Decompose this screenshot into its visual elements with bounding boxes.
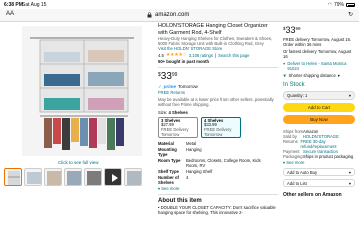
- divider: [158, 67, 278, 68]
- rating-row: 4.5 ★★★★☆ 3,106 ratings | Search this pa…: [158, 52, 250, 58]
- add-to-auto-buy-button[interactable]: Add to Auto Buy ▾: [283, 168, 355, 176]
- quantity-select[interactable]: Quantity: 1 ▾: [283, 91, 355, 100]
- spec-row: Mounting Type Hanging: [158, 146, 202, 157]
- spec-row: Number of Shelves 4: [158, 174, 189, 185]
- size-label: Size: 4 Shelves: [158, 109, 188, 115]
- status-time: 6:38 PM: [4, 2, 23, 8]
- location-pin-icon: ⌖: [283, 61, 286, 66]
- ratings-count-link[interactable]: 3,106 ratings: [189, 53, 213, 58]
- spec-row: Material Metal: [158, 140, 197, 146]
- text-size-button[interactable]: AA: [6, 11, 14, 17]
- reload-icon[interactable]: ↻: [348, 11, 353, 18]
- browser-address-bar: AA amazon.com ↻: [0, 9, 359, 22]
- product-price: $3399: [158, 70, 178, 82]
- see-full-view-link[interactable]: Click to see full view: [58, 160, 99, 165]
- other-sellers-heading: Other sellers on Amazon: [283, 192, 342, 198]
- shipping-distance: ❦ Shorter shipping distance ▾: [283, 73, 340, 78]
- chevron-down-icon[interactable]: ▾: [338, 73, 340, 78]
- thumbnail[interactable]: [84, 168, 102, 186]
- lock-icon: [147, 12, 152, 18]
- battery-icon: [346, 3, 355, 7]
- buy-now-button[interactable]: Buy Now: [283, 115, 355, 124]
- chevron-down-icon: ▾: [348, 93, 351, 98]
- size-option-3-shelves[interactable]: 3 Shelves $27.99 FREE Delivery Tomorrow: [158, 116, 198, 138]
- buybox-price: $3399: [283, 25, 301, 35]
- thumbnail[interactable]: [24, 168, 42, 186]
- thumbnail[interactable]: [44, 168, 62, 186]
- fastest-delivery: Or fastest delivery Tomorrow, August 16: [283, 49, 352, 59]
- size-option-4-shelves[interactable]: 4 Shelves $33.99 FREE Delivery Tomorrow: [201, 116, 241, 138]
- about-heading: About this item: [158, 198, 202, 204]
- product-specs: Material Metal Mounting Type Hanging Room …: [158, 141, 274, 185]
- product-title: HOLDN'STORAGE Hanging Closet Organizer w…: [158, 23, 268, 36]
- stock-status: In Stock: [283, 82, 305, 88]
- buy-box: $3399 FREE delivery Tomorrow, August 16.…: [283, 22, 355, 250]
- seller-info: Ships from Amazon Sold by HOLDN'STORAGE Re…: [283, 129, 354, 159]
- product-main-image[interactable]: [22, 26, 142, 156]
- add-to-list-button[interactable]: Add to List ▾: [283, 179, 355, 187]
- prime-check-icon: ✓: [158, 83, 162, 89]
- size-options: 3 Shelves $27.99 FREE Delivery Tomorrow …: [158, 116, 278, 138]
- status-bar: 6:38 PM Sat Aug 15 ◠ 79%: [0, 0, 359, 9]
- add-to-cart-button[interactable]: Add to Cart: [283, 103, 355, 112]
- status-right: ◠ 79%: [328, 2, 355, 8]
- lower-price-note: May be available at a lower price from o…: [158, 96, 274, 107]
- product-info: HOLDN'STORAGE Hanging Closet Organizer w…: [158, 22, 278, 250]
- deliver-to-link[interactable]: ⌖ Deliver to Helen - Santa Monica 91024: [283, 61, 355, 71]
- image-gallery: Click to see full view: [0, 22, 152, 250]
- star-rating-icon[interactable]: ★★★★☆: [166, 52, 187, 58]
- product-subtitle: Heavy-Duty Hanging Shelves for Clothes, …: [158, 36, 273, 46]
- chevron-down-icon: ▾: [348, 169, 351, 175]
- rating-value: 4.5: [158, 52, 164, 58]
- see-more-link[interactable]: ▾ See more: [158, 186, 278, 191]
- about-bullet: • DOUBLE YOUR CLOSET CAPACITY: Don't sac…: [158, 205, 276, 215]
- spec-row: Shelf Type Hanging Shelf: [158, 168, 213, 174]
- bought-count: 50+ bought in past month: [158, 59, 210, 64]
- battery-percent: 79%: [333, 2, 344, 8]
- status-date: Sat Aug 15: [22, 2, 47, 8]
- chevron-down-icon: ▾: [348, 180, 351, 186]
- divider: [158, 193, 278, 194]
- url-field[interactable]: amazon.com: [155, 12, 189, 18]
- wifi-icon: ◠: [327, 2, 332, 8]
- spec-row: Room Type Bedrooms, Closets, College Room…: [158, 157, 261, 168]
- delivery-info: FREE delivery Tomorrow, August 16. Order…: [283, 37, 352, 47]
- thumbnail-strip: [4, 168, 142, 186]
- store-link[interactable]: Visit the HOLDN' STORAGE Store: [158, 46, 278, 51]
- buybox-see-more-link[interactable]: ▾ See more: [283, 160, 355, 165]
- thumbnail[interactable]: [4, 168, 22, 186]
- search-page-link[interactable]: Search this page: [218, 53, 249, 58]
- leaf-icon: ❦: [283, 73, 287, 78]
- free-returns-link[interactable]: FREE Returns: [158, 90, 278, 95]
- thumbnail[interactable]: [124, 168, 142, 186]
- thumbnail[interactable]: [64, 168, 82, 186]
- video-thumbnail[interactable]: [104, 168, 122, 186]
